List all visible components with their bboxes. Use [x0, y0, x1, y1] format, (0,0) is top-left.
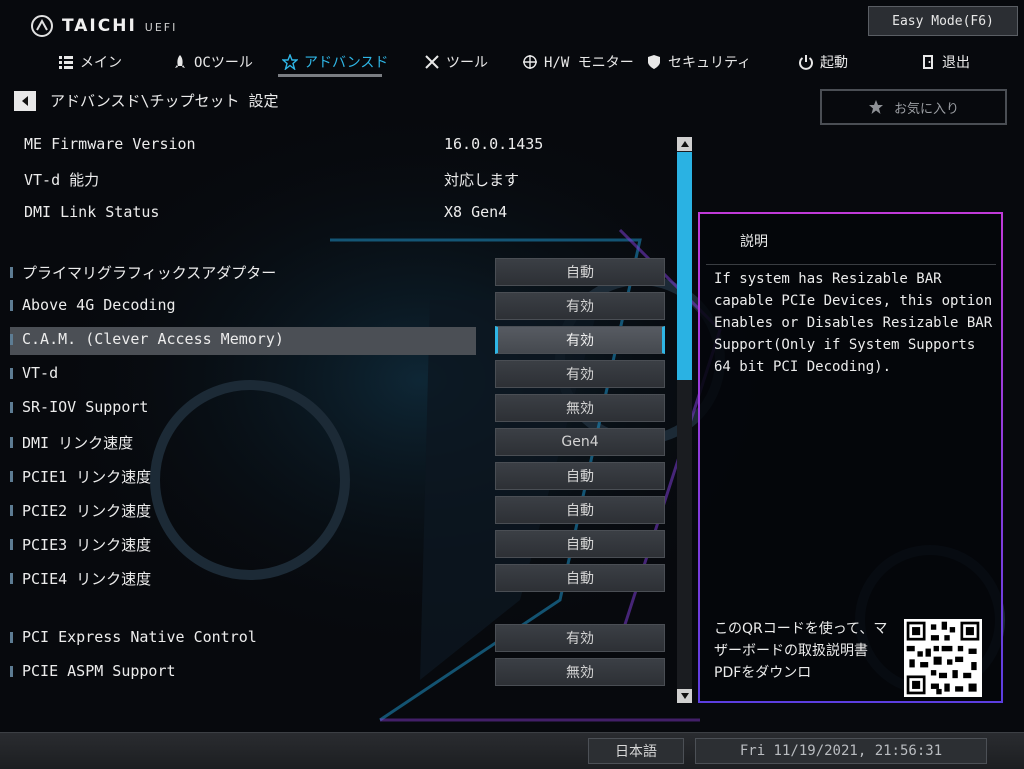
easy-mode-button[interactable]: Easy Mode(F6): [868, 6, 1018, 36]
tab-exit-label: 退出: [942, 55, 970, 71]
info-label-dmi-link-status: DMI Link Status: [24, 203, 160, 221]
tab-hw-monitor[interactable]: H/W モニター: [522, 52, 634, 72]
setting-label-vtd[interactable]: VT-d: [10, 364, 58, 382]
setting-label-pcie3-link-speed[interactable]: PCIE3 リンク速度: [10, 534, 151, 555]
datetime-display: Fri 11/19/2021, 21:56:31: [695, 738, 987, 764]
tab-oc-tools[interactable]: OCツール: [172, 52, 253, 72]
main-nav: メイン OCツール アドバンスド ツール H/W モニター セキュリティ 起動 …: [0, 46, 1024, 80]
setting-value-pcie3-link-speed[interactable]: 自動: [495, 530, 665, 558]
setting-value-dmi-link-speed[interactable]: Gen4: [495, 428, 665, 456]
setting-value-primary-graphics[interactable]: 自動: [495, 258, 665, 286]
tab-security[interactable]: セキュリティ: [646, 52, 751, 72]
logo-text: TAICHI: [62, 16, 137, 36]
setting-label-pcie2-link-speed[interactable]: PCIE2 リンク速度: [10, 500, 151, 521]
crosshair-icon: [523, 55, 537, 69]
setting-label-primary-graphics[interactable]: プライマリグラフィックスアダプター: [10, 262, 276, 283]
arrow-down-icon: [680, 693, 689, 699]
logo-subtext: UEFI: [144, 21, 178, 34]
tab-tools-label: ツール: [446, 55, 488, 71]
info-value-dmi-link-status: X8 Gen4: [444, 203, 508, 221]
power-icon: [799, 55, 813, 70]
back-button[interactable]: [14, 90, 36, 111]
tab-main-label: メイン: [80, 55, 122, 71]
setting-value-above-4g[interactable]: 有効: [495, 292, 665, 320]
description-title: 説明: [740, 234, 768, 250]
setting-value-cam[interactable]: 有効: [495, 326, 665, 354]
scrollbar-thumb[interactable]: [677, 152, 692, 380]
info-label-vtd-capability: VT-d 能力: [24, 171, 100, 189]
shield-icon: [648, 55, 660, 69]
setting-value-pcie2-link-speed[interactable]: 自動: [495, 496, 665, 524]
setting-label-pci-express-native[interactable]: PCI Express Native Control: [10, 628, 257, 646]
tools-icon: [425, 55, 439, 69]
setting-label-above-4g[interactable]: Above 4G Decoding: [10, 296, 176, 314]
language-button[interactable]: 日本語: [588, 738, 684, 764]
description-divider: [706, 264, 996, 265]
setting-label-pcie1-link-speed[interactable]: PCIE1 リンク速度: [10, 466, 151, 487]
qr-code-text: このQRコードを使って、マザーボードの取扱説明書PDFをダウンロ: [714, 621, 888, 681]
setting-value-pci-express-native[interactable]: 有効: [495, 624, 665, 652]
star-icon: [282, 54, 298, 70]
arrow-up-icon: [680, 141, 689, 147]
info-value-vtd-capability: 対応します: [444, 171, 520, 189]
breadcrumb-text: アドバンスド\チップセット 設定: [50, 92, 279, 110]
rocket-icon: [175, 55, 185, 68]
qr-code-image: [904, 619, 982, 697]
breadcrumb: アドバンスド\チップセット 設定: [14, 90, 279, 111]
scroll-down-button[interactable]: [677, 689, 692, 703]
taichi-logo: TAICHI UEFI: [30, 14, 177, 38]
favorite-label: お気に入り: [893, 101, 959, 117]
setting-label-dmi-link-speed[interactable]: DMI リンク速度: [10, 432, 133, 453]
tab-tools[interactable]: ツール: [424, 52, 488, 72]
scroll-up-button[interactable]: [677, 137, 692, 151]
back-arrow-icon: [22, 95, 28, 106]
setting-label-pcie-aspm[interactable]: PCIE ASPM Support: [10, 662, 176, 680]
tab-advanced-label: アドバンスド: [304, 55, 389, 71]
info-label-me-firmware: ME Firmware Version: [24, 135, 196, 153]
tab-security-label: セキュリティ: [668, 55, 752, 71]
setting-value-pcie4-link-speed[interactable]: 自動: [495, 564, 665, 592]
description-text: If system has Resizable BAR capable PCIe…: [714, 271, 993, 375]
tab-main[interactable]: メイン: [58, 52, 122, 72]
tab-advanced[interactable]: アドバンスド: [282, 52, 388, 72]
tab-exit[interactable]: 退出: [920, 52, 970, 72]
tab-boot-label: 起動: [820, 55, 848, 71]
tab-hw-monitor-label: H/W モニター: [544, 55, 634, 71]
setting-label-sr-iov[interactable]: SR-IOV Support: [10, 398, 148, 416]
tab-oc-tools-label: OCツール: [194, 55, 253, 71]
list-icon: [59, 56, 73, 69]
tab-boot[interactable]: 起動: [798, 52, 848, 72]
active-tab-indicator: [278, 74, 382, 77]
setting-label-pcie4-link-speed[interactable]: PCIE4 リンク速度: [10, 568, 151, 589]
favorite-star-icon: [868, 100, 883, 114]
setting-value-vtd[interactable]: 有効: [495, 360, 665, 388]
favorite-button[interactable]: お気に入り: [820, 89, 1007, 125]
exit-icon: [923, 55, 933, 69]
setting-value-pcie1-link-speed[interactable]: 自動: [495, 462, 665, 490]
setting-value-pcie-aspm[interactable]: 無効: [495, 658, 665, 686]
setting-label-cam[interactable]: C.A.M. (Clever Access Memory): [10, 330, 284, 348]
setting-value-sr-iov[interactable]: 無効: [495, 394, 665, 422]
info-value-me-firmware: 16.0.0.1435: [444, 135, 544, 153]
taichi-logo-icon: [31, 15, 53, 37]
